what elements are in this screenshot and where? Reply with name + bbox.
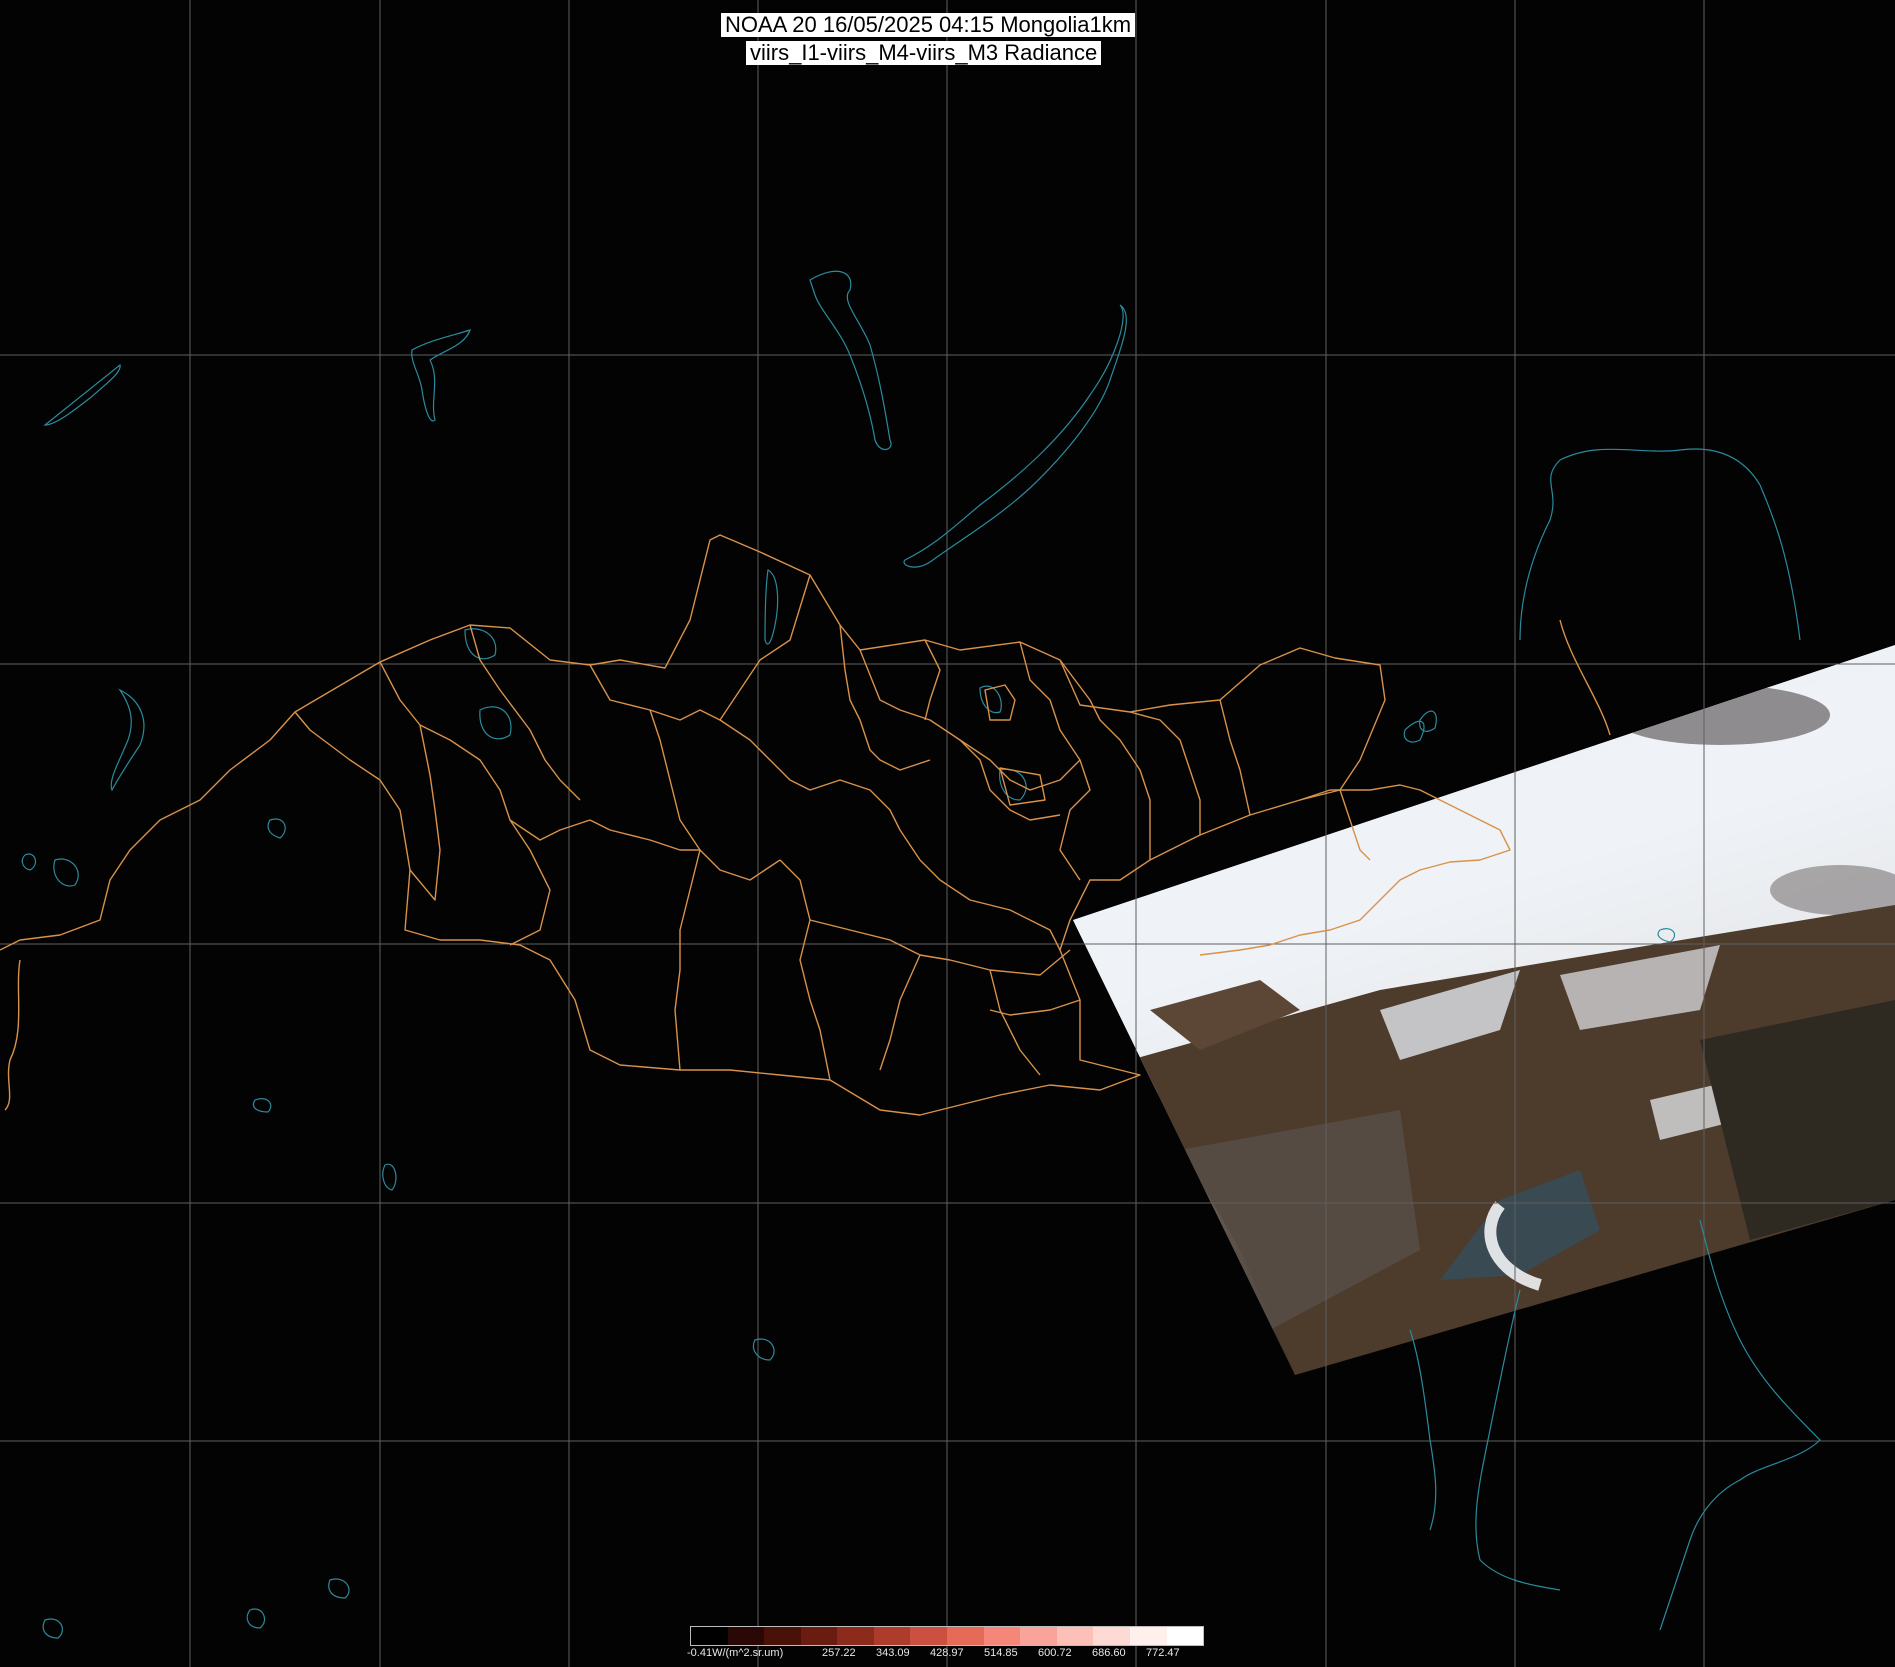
colorbar-segment: [1056, 1627, 1094, 1645]
colorbar-tick-label: 343.09: [876, 1647, 910, 1659]
colorbar-segment: [727, 1627, 765, 1645]
colorbar-segment: [983, 1627, 1021, 1645]
colorbar-tick-label: 600.72: [1038, 1647, 1072, 1659]
colorbar-segment: [837, 1627, 874, 1645]
colorbar-labels: -0.41W/(m^2.sr.um) 257.22 343.09 428.97 …: [684, 1645, 1204, 1661]
satellite-map-view: NOAA 20 16/05/2025 04:15 Mongolia1km vii…: [0, 0, 1895, 1667]
map-title-line1: NOAA 20 16/05/2025 04:15 Mongolia1km: [721, 13, 1136, 37]
colorbar-segment: [1129, 1627, 1167, 1645]
colorbar-segment: [1166, 1627, 1204, 1645]
colorbar-segment: [910, 1627, 948, 1645]
map-canvas: [0, 0, 1895, 1667]
colorbar-segment: [873, 1627, 911, 1645]
colorbar-segment: [1020, 1627, 1057, 1645]
colorbar-segment: [764, 1627, 801, 1645]
colorbar-segment: [947, 1627, 984, 1645]
colorbar-tick-label: 686.60: [1092, 1647, 1126, 1659]
colorbar-unit-label: -0.41W/(m^2.sr.um): [687, 1647, 784, 1659]
colorbar-segment: [691, 1627, 728, 1645]
colorbar-segment: [1093, 1627, 1130, 1645]
colorbar: [690, 1626, 1204, 1646]
colorbar-tick-label: 772.47: [1146, 1647, 1180, 1659]
colorbar-tick-label: 428.97: [930, 1647, 964, 1659]
colorbar-segment: [800, 1627, 838, 1645]
colorbar-tick-label: 514.85: [984, 1647, 1018, 1659]
colorbar-tick-label: 257.22: [822, 1647, 856, 1659]
map-title-line2: viirs_I1-viirs_M4-viirs_M3 Radiance: [746, 41, 1102, 65]
imagery-swath: [1073, 645, 1895, 1375]
